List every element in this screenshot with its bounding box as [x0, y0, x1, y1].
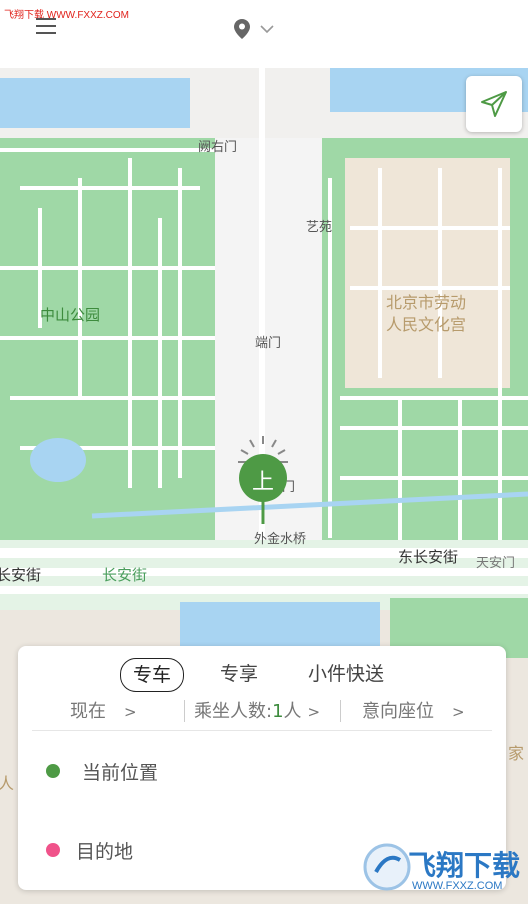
map-label-zhongshan-park: 中山公园: [40, 306, 101, 324]
map-label-duanmen: 端门: [255, 336, 282, 351]
watermark-logo: 飞翔下载 WWW.FXXZ.COM: [362, 836, 526, 900]
tab-zhuanxiang[interactable]: 专享: [220, 658, 258, 690]
map-label-jia: 家: [508, 744, 525, 763]
tab-zhuanche[interactable]: 专车: [120, 658, 185, 692]
navigation-button[interactable]: [466, 76, 522, 132]
map-label-queyoumen: 阙右门: [198, 140, 238, 155]
origin-field[interactable]: 当前位置: [46, 756, 158, 786]
map-label-waijinshui: 外金水桥: [254, 532, 307, 547]
map-label-palace-line2: 人民文化宫: [386, 315, 467, 334]
passenger-chevron: >: [307, 703, 321, 721]
map-label-changan-left: 长安街: [0, 566, 42, 584]
watermark-logo-text: 飞翔下载: [408, 849, 521, 882]
map-label-dongchangan: 东长安街: [398, 548, 459, 566]
map-label-ren: 人: [0, 774, 15, 793]
passenger-suffix: 人: [283, 701, 302, 722]
watermark-logo-icon: [363, 843, 411, 891]
tab-xiaojian-kuaisong[interactable]: 小件快送: [308, 658, 384, 690]
seat-label: 意向座位: [362, 701, 434, 722]
destination-label: 目的地: [76, 840, 134, 863]
watermark-top-text: 飞翔下载 WWW.FXXZ.COM: [4, 10, 129, 21]
top-bar: 飞翔下载 WWW.FXXZ.COM: [0, 0, 528, 68]
origin-label: 当前位置: [82, 761, 159, 784]
chevron-down-icon: [260, 24, 274, 33]
city-selector[interactable]: [234, 18, 294, 40]
map-label-palace-line1: 北京市劳动: [386, 293, 467, 312]
time-selector[interactable]: 现在 >: [70, 694, 137, 730]
ride-options: 现在 > 乘坐人数:1人 > 意向座位 >: [32, 694, 492, 731]
map-label-changan-mid: 长安街: [102, 566, 148, 584]
pickup-pin-label: 上: [251, 470, 274, 495]
pickup-pin: 上: [238, 434, 288, 526]
passenger-count: 1: [272, 701, 284, 722]
time-chevron: >: [124, 703, 137, 721]
destination-dot-icon: [46, 843, 60, 857]
seat-selector[interactable]: 意向座位 >: [362, 694, 465, 730]
watermark-logo-url: WWW.FXXZ.COM: [412, 880, 503, 892]
divider: [340, 700, 341, 722]
map-label-tiananmen: 天安门: [476, 556, 516, 571]
map-label-yiyuan: 艺苑: [306, 220, 333, 235]
navigation-arrow-icon: [481, 91, 507, 117]
location-pin-icon: [234, 19, 250, 39]
seat-chevron: >: [452, 703, 465, 721]
service-tabs: 专车 专享 小件快送: [18, 658, 506, 692]
passenger-prefix: 乘坐人数:: [194, 701, 273, 722]
divider: [184, 700, 185, 722]
map-label-palace: 北京市劳动 人民文化宫: [386, 292, 466, 336]
time-label: 现在: [70, 701, 106, 722]
origin-dot-icon: [46, 764, 60, 778]
passenger-selector[interactable]: 乘坐人数:1人 >: [194, 694, 320, 730]
menu-icon[interactable]: [36, 18, 56, 34]
destination-field[interactable]: 目的地: [46, 835, 133, 865]
